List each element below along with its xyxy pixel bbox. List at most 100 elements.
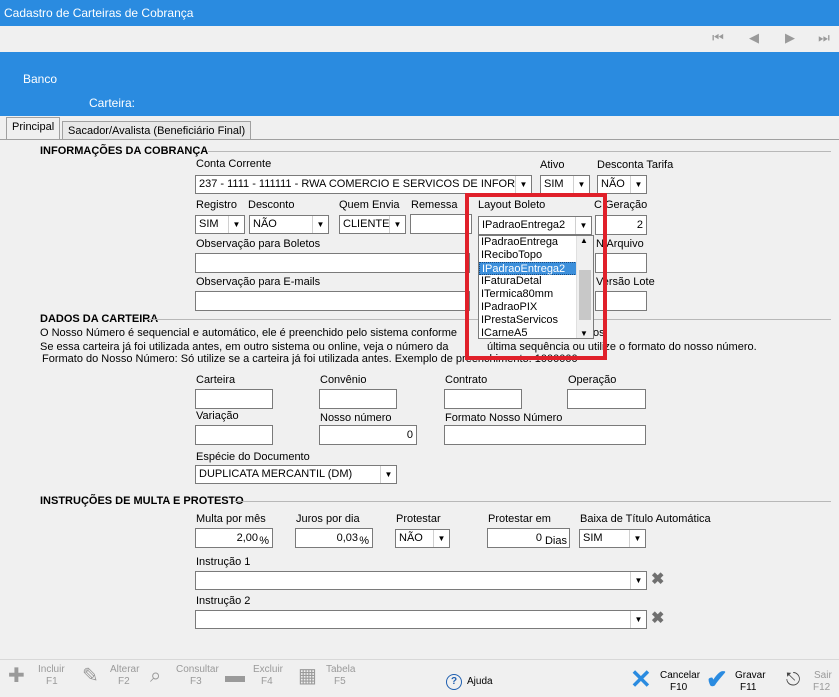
instrucao-2-select[interactable]: ▼ bbox=[195, 610, 647, 629]
protestar-select[interactable]: NÃO ▼ bbox=[395, 529, 450, 548]
next-record-icon[interactable]: ▶ bbox=[782, 30, 798, 46]
registro-label: Registro bbox=[196, 199, 237, 211]
convenio-input[interactable] bbox=[319, 389, 397, 409]
protestar-label: Protestar bbox=[396, 513, 441, 525]
variacao-label: Variação bbox=[196, 410, 239, 422]
info-line-1: O Nosso Número é sequencial e automático… bbox=[40, 327, 458, 339]
desconta-tarifa-value: NÃO bbox=[601, 178, 625, 190]
sair-label: Sair bbox=[814, 670, 832, 681]
chevron-down-icon[interactable]: ▼ bbox=[515, 176, 531, 193]
clear-instrucao-2-icon[interactable]: ✖ bbox=[651, 610, 664, 628]
minus-icon: ▬ bbox=[225, 665, 245, 687]
conta-corrente-select[interactable]: 237 - 1111 - 111111 - RWA COMERCIO E SER… bbox=[195, 175, 532, 194]
variacao-input[interactable] bbox=[195, 425, 273, 445]
chevron-down-icon[interactable]: ▼ bbox=[380, 466, 396, 483]
contrato-input[interactable] bbox=[444, 389, 522, 409]
registro-value: SIM bbox=[199, 218, 219, 230]
header-banner: Banco Carteira: bbox=[0, 52, 839, 116]
desconta-tarifa-label: Desconta Tarifa bbox=[597, 159, 674, 171]
obs-emails-label: Observação para E-mails bbox=[196, 276, 321, 288]
nosso-numero-label: Nosso número bbox=[320, 412, 392, 424]
chevron-down-icon[interactable]: ▼ bbox=[433, 530, 449, 547]
chevron-down-icon[interactable]: ▼ bbox=[630, 176, 646, 193]
carteira-input[interactable] bbox=[195, 389, 273, 409]
cancelar-label: Cancelar bbox=[660, 670, 701, 681]
registro-select[interactable]: SIM ▼ bbox=[195, 215, 245, 234]
checkmark-icon: ✔ bbox=[706, 664, 728, 694]
highlight-box bbox=[465, 193, 607, 360]
conta-corrente-value: 237 - 1111 - 111111 - RWA COMERCIO E SER… bbox=[199, 178, 532, 190]
quem-envia-select[interactable]: CLIENTE ▼ bbox=[339, 215, 406, 234]
operacao-input[interactable] bbox=[567, 389, 646, 409]
section-title-cobranca: INFORMAÇÕES DA COBRANÇA bbox=[40, 145, 209, 157]
consultar-key: F3 bbox=[190, 676, 202, 687]
protestar-em-value: 0 bbox=[535, 532, 542, 544]
multa-label: Multa por mês bbox=[196, 513, 266, 525]
ativo-select[interactable]: SIM ▼ bbox=[540, 175, 590, 194]
desconto-select[interactable]: NÃO ▼ bbox=[249, 215, 329, 234]
multa-input[interactable]: 2,00 % bbox=[195, 528, 273, 548]
multa-value: 2,00 bbox=[236, 532, 258, 544]
chevron-down-icon[interactable]: ▼ bbox=[389, 216, 405, 233]
table-icon: ▦ bbox=[298, 665, 317, 687]
chevron-down-icon[interactable]: ▼ bbox=[630, 611, 646, 628]
juros-label: Juros por dia bbox=[296, 513, 360, 525]
protestar-em-suffix: Dias bbox=[544, 535, 567, 547]
protestar-em-input[interactable]: 0 Dias bbox=[487, 528, 570, 548]
tab-sacador-avalista[interactable]: Sacador/Avalista (Beneficiário Final) bbox=[62, 121, 252, 140]
pencil-icon: ✎ bbox=[82, 665, 99, 687]
baixa-automatica-select[interactable]: SIM ▼ bbox=[579, 529, 646, 548]
protestar-em-label: Protestar em bbox=[488, 513, 551, 525]
last-record-icon[interactable]: ⏭ bbox=[816, 30, 832, 46]
desconta-tarifa-select[interactable]: NÃO ▼ bbox=[597, 175, 647, 194]
chevron-down-icon[interactable]: ▼ bbox=[312, 216, 328, 233]
conta-corrente-label: Conta Corrente bbox=[196, 158, 272, 170]
clear-instrucao-1-icon[interactable]: ✖ bbox=[651, 571, 664, 589]
previous-record-icon[interactable]: ◀ bbox=[746, 30, 762, 46]
bottom-toolbar: ✚ Incluir F1 ✎ Alterar F2 ⌕ Consultar F3… bbox=[0, 659, 839, 697]
juros-suffix: % bbox=[359, 535, 369, 547]
search-icon: ⌕ bbox=[150, 665, 162, 687]
chevron-down-icon[interactable]: ▼ bbox=[630, 572, 646, 589]
instrucao-2-label: Instrução 2 bbox=[196, 595, 251, 607]
baixa-automatica-value: SIM bbox=[583, 532, 603, 544]
chevron-down-icon[interactable]: ▼ bbox=[629, 530, 645, 547]
alterar-label: Alterar bbox=[110, 664, 140, 675]
formato-nosso-numero-input[interactable] bbox=[444, 425, 646, 445]
ativo-value: SIM bbox=[544, 178, 564, 190]
desconto-value: NÃO bbox=[253, 218, 277, 230]
instrucao-1-select[interactable]: ▼ bbox=[195, 571, 647, 590]
operacao-label: Operação bbox=[568, 374, 617, 386]
contrato-label: Contrato bbox=[445, 374, 488, 386]
obs-emails-input[interactable] bbox=[195, 291, 470, 311]
info-line-2a: Se essa carteira já foi utilizada antes,… bbox=[40, 341, 449, 353]
chevron-down-icon[interactable]: ▼ bbox=[228, 216, 244, 233]
chevron-down-icon[interactable]: ▼ bbox=[573, 176, 589, 193]
obs-boletos-label: Observação para Boletos bbox=[196, 238, 321, 250]
especie-select[interactable]: DUPLICATA MERCANTIL (DM) ▼ bbox=[195, 465, 397, 484]
obs-boletos-input[interactable] bbox=[195, 253, 470, 273]
especie-value: DUPLICATA MERCANTIL (DM) bbox=[199, 468, 353, 480]
quem-envia-label: Quem Envia bbox=[339, 199, 400, 211]
tabela-key: F5 bbox=[334, 676, 346, 687]
especie-label: Espécie do Documento bbox=[196, 451, 310, 463]
tab-principal[interactable]: Principal bbox=[6, 117, 61, 139]
baixa-automatica-label: Baixa de Título Automática bbox=[580, 513, 711, 525]
juros-input[interactable]: 0,03 % bbox=[295, 528, 373, 548]
cancel-x-icon: ✕ bbox=[630, 664, 652, 694]
quem-envia-value: CLIENTE bbox=[343, 218, 390, 230]
exit-icon: ⎋ bbox=[786, 669, 801, 689]
remessa-input[interactable] bbox=[410, 214, 472, 234]
protestar-value: NÃO bbox=[399, 532, 423, 544]
first-record-icon[interactable]: ⏮ bbox=[710, 30, 726, 46]
carteira-field-label: Carteira bbox=[196, 374, 236, 386]
desconto-label: Desconto bbox=[248, 199, 295, 211]
excluir-label: Excluir bbox=[253, 664, 284, 675]
gravar-label: Gravar bbox=[735, 670, 766, 681]
multa-suffix: % bbox=[259, 535, 269, 547]
section-title-carteira: DADOS DA CARTEIRA bbox=[40, 313, 159, 325]
formato-nosso-numero-label: Formato Nosso Número bbox=[445, 412, 563, 424]
carteira-label: Carteira: bbox=[89, 96, 136, 110]
nosso-numero-input[interactable]: 0 bbox=[319, 425, 417, 445]
instrucao-1-label: Instrução 1 bbox=[196, 556, 251, 568]
